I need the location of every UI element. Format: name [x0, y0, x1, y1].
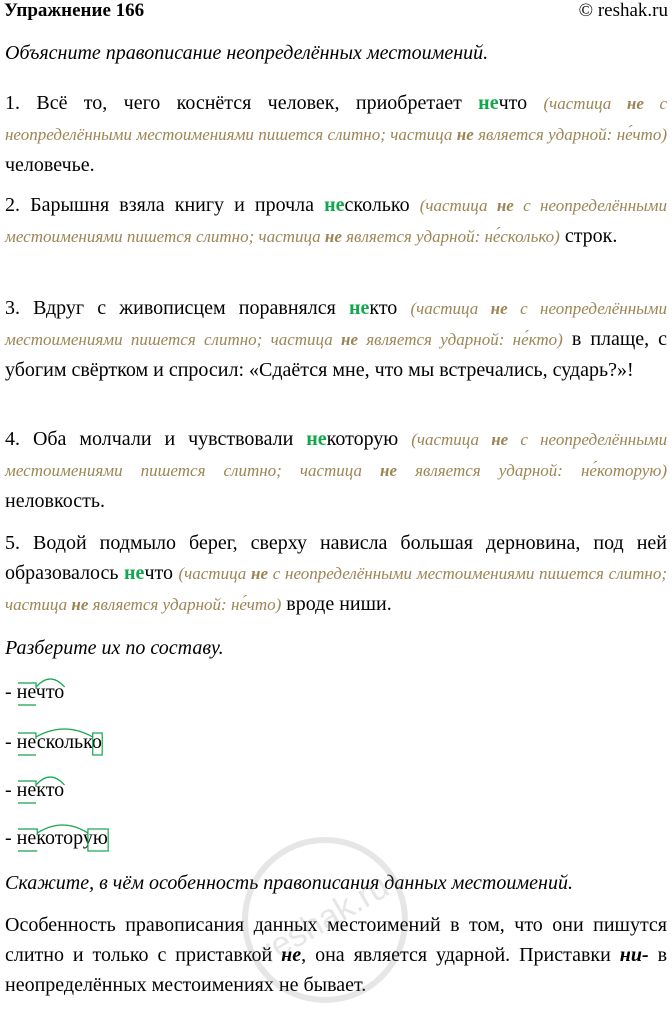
item-number: 1.: [5, 92, 20, 114]
header: Упражнение 166 © reshak.ru: [4, 0, 668, 24]
answer-bold-ni: ни-: [619, 944, 649, 966]
ending-mark: [91, 732, 103, 756]
note-text: является ударной:: [366, 330, 505, 349]
note-stressed-word: не́что: [230, 595, 276, 614]
note-bold: не: [490, 299, 508, 318]
morpheme-row: - некоторую: [5, 823, 109, 853]
note-text: является ударной:: [92, 595, 227, 614]
item-text-after: вроде ниши.: [286, 593, 392, 615]
item-number: 5.: [5, 532, 20, 554]
watermark-logo: reshak.ru: [242, 837, 408, 1003]
item-pronoun: некто: [349, 297, 397, 319]
item-pronoun-rest: что: [498, 92, 528, 114]
morpheme-marks: [17, 824, 109, 852]
note-bold: не: [324, 227, 342, 246]
item-pronoun: нечто: [478, 92, 527, 114]
morpheme-marks: [17, 776, 65, 804]
item-text-after: строк.: [564, 225, 618, 247]
sentence-item: 3. Вдруг с живописцем поравнялся некто (…: [5, 293, 667, 385]
morpheme-marks: [17, 678, 65, 706]
task-parse: Разберите их по составу.: [5, 637, 224, 659]
morph-word: некоторую: [17, 823, 109, 853]
item-text-before: Вдруг с живописцем поравнялся: [33, 297, 336, 319]
note-text: частица: [184, 564, 247, 583]
morph-dash: -: [5, 827, 17, 849]
note-bold: не: [491, 430, 509, 449]
note-bold: не: [71, 595, 89, 614]
item-number: 4.: [5, 428, 20, 450]
item-pronoun-rest: кто: [369, 297, 398, 319]
item-text-before: Оба молчали и чувствовали: [32, 428, 294, 450]
item-text-before: Барышня взяла книгу и прочла: [30, 194, 315, 216]
sentence-item: 4. Оба молчали и чувствовали некоторую (…: [5, 424, 667, 516]
sentence-item: 5. Водой подмыло берег, сверху нависла б…: [5, 528, 667, 620]
root-mark: [35, 678, 65, 688]
note-text: является ударной:: [415, 461, 563, 480]
note-bold: не: [251, 564, 268, 583]
morph-word: несколько: [17, 727, 103, 757]
note-stressed-word: не́что: [616, 125, 662, 144]
root-mark: [35, 776, 65, 786]
item-text-after: неловкость.: [5, 490, 105, 512]
morpheme-marks: [17, 728, 103, 756]
note-text: является ударной:: [346, 227, 481, 246]
item-pronoun-rest: что: [144, 562, 173, 584]
morpheme-row: - несколько: [5, 727, 103, 757]
morph-word: нечто: [17, 677, 65, 707]
morpheme-row: - некто: [5, 775, 65, 805]
item-prefix-highlight: не: [348, 297, 370, 319]
morph-dash: -: [5, 731, 17, 753]
item-pronoun: некоторую: [306, 428, 398, 450]
note-bold: не: [456, 125, 474, 144]
item-number: 2.: [5, 194, 20, 216]
item-pronoun-rest: которую: [326, 428, 399, 450]
root-mark: [36, 824, 88, 834]
sentence-item: 2. Барышня взяла книгу и прочла нескольк…: [5, 190, 667, 252]
note-text: частица: [425, 196, 488, 215]
note-stressed-word: не́которую: [580, 461, 662, 480]
note-bold: не: [341, 330, 358, 349]
item-prefix-highlight: не: [124, 562, 145, 584]
prefix-mark: [17, 732, 37, 739]
prefix-mark: [17, 828, 38, 835]
item-prefix-highlight: не: [478, 92, 499, 114]
note-bold: не: [380, 461, 398, 480]
sentence-item: 1. Всё то, чего коснётся человек, приобр…: [5, 88, 667, 180]
morph-word: некто: [17, 775, 65, 805]
note-stressed-word: не́кто: [512, 330, 558, 349]
item-text-after: человечье.: [5, 154, 95, 176]
item-prefix-highlight: не: [324, 194, 345, 216]
item-prefix-highlight: не: [306, 428, 327, 450]
exercise-page: Упражнение 166 © reshak.ru Объясните пра…: [0, 0, 672, 1003]
item-text-before: Всё то, чего коснётся человек, приобрета…: [36, 92, 462, 114]
prefix-mark: [17, 682, 37, 689]
item-pronoun: нечто: [124, 562, 173, 584]
morpheme-row: - нечто: [5, 677, 65, 707]
ending-mark: [86, 828, 109, 852]
note-bold: не: [496, 196, 514, 215]
source-label: © reshak.ru: [578, 0, 668, 21]
watermark-text: reshak.ru: [254, 867, 396, 971]
note-text: частица: [416, 299, 479, 318]
note-text: частица: [549, 94, 612, 113]
note-stressed-word: не́сколько: [484, 227, 555, 246]
morph-dash: -: [5, 681, 17, 703]
exercise-title: Упражнение 166: [4, 0, 145, 21]
item-number: 3.: [5, 297, 20, 319]
note-text: является ударной:: [478, 125, 613, 144]
task-explain: Объясните правописание неопределённых ме…: [5, 42, 489, 64]
item-pronoun: несколько: [324, 194, 410, 216]
item-pronoun-rest: сколько: [344, 194, 410, 216]
note-bold: не: [626, 94, 644, 113]
morph-dash: -: [5, 779, 17, 801]
note-text: частица: [416, 430, 479, 449]
prefix-mark: [17, 780, 37, 787]
root-mark: [35, 728, 93, 738]
